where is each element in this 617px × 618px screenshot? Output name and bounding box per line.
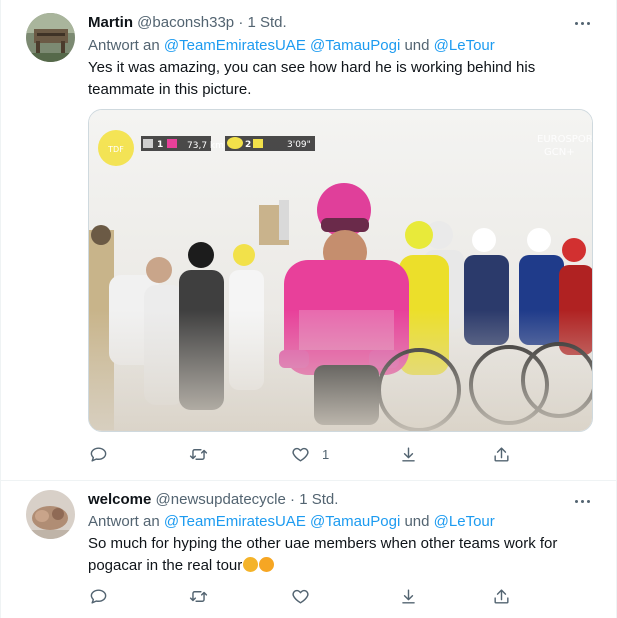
mention-link[interactable]: @LeTour: [434, 37, 495, 54]
retweet-button[interactable]: [189, 584, 208, 608]
avatar[interactable]: [26, 13, 75, 62]
user-handle[interactable]: @baconsh33p: [137, 14, 234, 31]
retweet-button[interactable]: [189, 442, 208, 466]
display-name[interactable]: Martin: [88, 14, 133, 31]
hand-over-mouth-emoji: [259, 557, 275, 572]
share-icon: [402, 446, 415, 462]
tweet[interactable]: welcome @newsupdatecycle · 1 Std. Antwor…: [1, 482, 617, 618]
mention-link[interactable]: @LeTour: [434, 513, 495, 530]
tweet-header: welcome @newsupdatecycle · 1 Std.: [88, 490, 338, 510]
upload-icon: [494, 588, 509, 604]
mention-link[interactable]: @TeamEmiratesUAE: [164, 513, 306, 530]
upload-button[interactable]: [492, 442, 511, 466]
reply-context: Antwort an @TeamEmiratesUAE @TamauPogi u…: [88, 36, 495, 56]
group-2-badge: 2: [245, 140, 251, 150]
share-button[interactable]: [399, 442, 418, 466]
group-1-badge: 1: [157, 140, 163, 150]
tweet-photo[interactable]: TDF 1 73,7 km 2 3'09" EUROSPORT GCN+: [88, 109, 593, 432]
reply-icon: [90, 446, 107, 462]
tweet-text: Yes it was amazing, you can see how hard…: [88, 59, 536, 98]
tweet-actions: [81, 584, 521, 608]
reply-button[interactable]: [89, 442, 108, 466]
retweet-icon: [189, 448, 208, 460]
separator: ·: [238, 14, 244, 31]
reply-joiner: und: [404, 513, 430, 530]
mention-link[interactable]: @TamauPogi: [310, 513, 400, 530]
timestamp[interactable]: 1 Std.: [299, 491, 338, 508]
more-icon[interactable]: [572, 13, 592, 33]
share-button[interactable]: [399, 584, 418, 608]
separator: ·: [290, 491, 296, 508]
thinking-face-emoji: [243, 557, 259, 572]
reply-prefix: Antwort an: [88, 37, 160, 54]
mention-link[interactable]: @TamauPogi: [310, 37, 400, 54]
time-gap: 3'09": [287, 140, 311, 150]
tweet-text-body: So much for hyping the other uae members…: [88, 535, 558, 574]
retweet-icon: [189, 590, 208, 602]
user-handle[interactable]: @newsupdatecycle: [156, 491, 286, 508]
reply-icon: [90, 588, 107, 604]
timeline: Martin @baconsh33p · 1 Std. Antwort an @…: [0, 0, 617, 618]
reply-context: Antwort an @TeamEmiratesUAE @TamauPogi u…: [88, 512, 495, 532]
like-icon: [292, 447, 309, 462]
reply-button[interactable]: [89, 584, 108, 608]
display-name[interactable]: welcome: [88, 491, 151, 508]
upload-icon: [494, 446, 509, 462]
reply-joiner: und: [404, 37, 430, 54]
broadcaster-logo: EUROSPORT: [537, 134, 593, 145]
like-icon: [292, 589, 309, 604]
svg-text:TDF: TDF: [107, 145, 124, 154]
upload-button[interactable]: [492, 584, 511, 608]
tweet-header: Martin @baconsh33p · 1 Std.: [88, 13, 287, 33]
avatar[interactable]: [26, 490, 75, 539]
timestamp[interactable]: 1 Std.: [247, 14, 286, 31]
like-button[interactable]: 1: [291, 442, 329, 466]
reply-prefix: Antwort an: [88, 513, 160, 530]
tweet-text: So much for hyping the other uae members…: [88, 533, 558, 577]
broadcaster-sub: GCN+: [544, 147, 575, 158]
tweet[interactable]: Martin @baconsh33p · 1 Std. Antwort an @…: [1, 0, 617, 481]
race-distance: 73,7 km: [187, 141, 224, 151]
more-icon[interactable]: [572, 491, 592, 511]
tweet-actions: 1: [81, 442, 521, 466]
mention-link[interactable]: @TeamEmiratesUAE: [164, 37, 306, 54]
like-button[interactable]: [291, 584, 310, 608]
like-count: 1: [322, 446, 330, 462]
share-icon: [402, 588, 415, 604]
